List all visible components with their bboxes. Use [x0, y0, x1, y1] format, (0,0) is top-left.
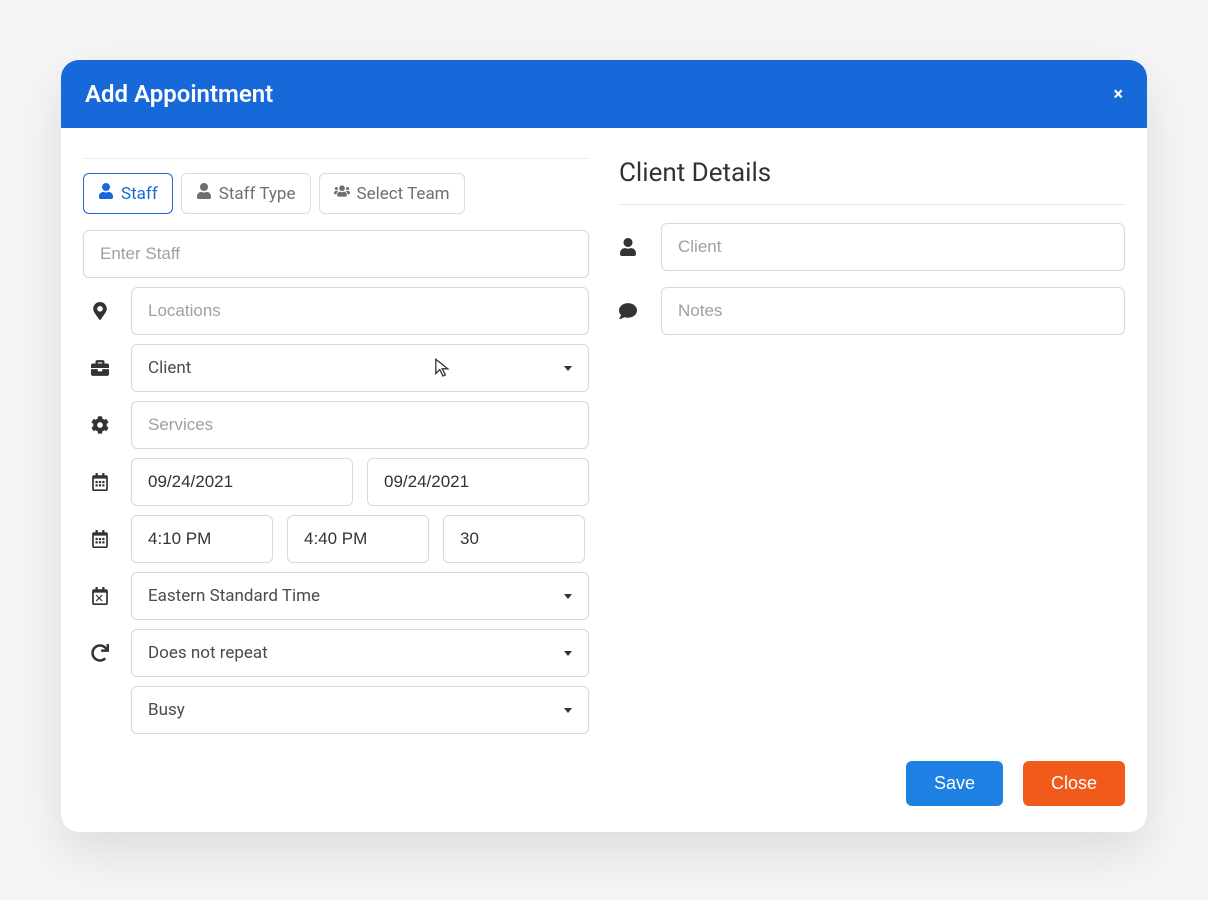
calendar-x-icon — [83, 587, 131, 605]
user-icon — [196, 183, 212, 204]
duration-input[interactable] — [443, 515, 585, 563]
end-date-input[interactable] — [367, 458, 589, 506]
repeat-select[interactable]: Does not repeat — [131, 629, 589, 677]
services-input[interactable] — [131, 401, 589, 449]
add-appointment-modal: Add Appointment × Staff Staff Type — [61, 60, 1147, 832]
client-details-column: Client Details — [619, 158, 1125, 743]
user-icon — [98, 183, 114, 204]
tab-label: Staff Type — [219, 184, 296, 204]
modal-title: Add Appointment — [85, 80, 273, 108]
tab-staff[interactable]: Staff — [83, 173, 173, 214]
row-locations — [83, 287, 589, 335]
modal-footer: Save Close — [61, 743, 1147, 832]
timezone-select[interactable]: Eastern Standard Time — [131, 572, 589, 620]
tab-staff-type[interactable]: Staff Type — [181, 173, 311, 214]
form-left-column: Staff Staff Type Select Team — [83, 158, 589, 743]
chevron-down-icon — [564, 708, 572, 713]
row-client-type: Client — [83, 344, 589, 392]
client-type-select[interactable]: Client — [131, 344, 589, 392]
calendar-icon — [83, 473, 131, 491]
client-name-input[interactable] — [661, 223, 1125, 271]
map-pin-icon — [83, 302, 131, 320]
client-details-heading: Client Details — [619, 158, 1125, 188]
tab-label: Staff — [121, 184, 158, 204]
row-repeat: Does not repeat — [83, 629, 589, 677]
briefcase-icon — [83, 359, 131, 377]
tab-label: Select Team — [357, 184, 450, 204]
redo-icon — [83, 644, 131, 662]
tab-select-team[interactable]: Select Team — [319, 173, 465, 214]
users-icon — [334, 183, 350, 204]
gear-icon — [83, 416, 131, 434]
close-button[interactable]: Close — [1023, 761, 1125, 806]
locations-input[interactable] — [131, 287, 589, 335]
end-time-input[interactable] — [287, 515, 429, 563]
enter-staff-input[interactable] — [83, 230, 589, 278]
staff-tab-row: Staff Staff Type Select Team — [83, 173, 589, 214]
close-icon[interactable]: × — [1113, 84, 1123, 105]
modal-body: Staff Staff Type Select Team — [61, 128, 1147, 743]
select-value: Client — [148, 358, 191, 378]
row-enter-staff — [83, 230, 589, 278]
save-button[interactable]: Save — [906, 761, 1003, 806]
user-icon — [619, 238, 645, 256]
select-value: Eastern Standard Time — [148, 586, 320, 606]
right-divider — [619, 204, 1125, 205]
chevron-down-icon — [564, 651, 572, 656]
chevron-down-icon — [564, 366, 572, 371]
row-dates — [83, 458, 589, 506]
modal-header: Add Appointment × — [61, 60, 1147, 128]
comment-icon — [619, 302, 645, 320]
row-availability: Busy — [83, 686, 589, 734]
row-services — [83, 401, 589, 449]
availability-select[interactable]: Busy — [131, 686, 589, 734]
left-divider — [83, 158, 589, 159]
start-date-input[interactable] — [131, 458, 353, 506]
row-times — [83, 515, 589, 563]
calendar-icon — [83, 530, 131, 548]
select-value: Does not repeat — [148, 643, 268, 663]
row-notes — [619, 287, 1125, 335]
notes-input[interactable] — [661, 287, 1125, 335]
row-timezone: Eastern Standard Time — [83, 572, 589, 620]
row-client-name — [619, 223, 1125, 271]
start-time-input[interactable] — [131, 515, 273, 563]
chevron-down-icon — [564, 594, 572, 599]
select-value: Busy — [148, 700, 185, 720]
